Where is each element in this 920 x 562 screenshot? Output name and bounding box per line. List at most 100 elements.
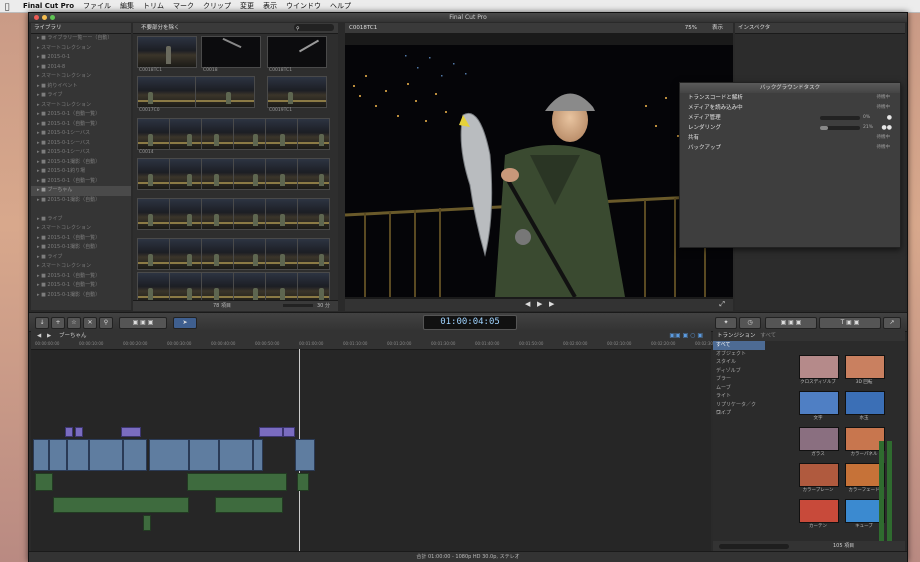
library-item[interactable]: ▸ ■ 2015-0-1（自動一覧）	[31, 177, 131, 187]
video-clip[interactable]	[219, 439, 253, 471]
filmstrip-frame[interactable]	[169, 158, 202, 190]
video-clip[interactable]	[189, 439, 219, 471]
media-browser-buttons[interactable]: ▣ ▣ ▣	[765, 317, 817, 329]
transition-category[interactable]: すべて	[713, 341, 765, 350]
music-clip[interactable]	[53, 497, 189, 513]
enhance-button[interactable]: ✦	[715, 317, 737, 329]
library-item[interactable]: ▸ ■ 2015-0-1撮影（自動）	[31, 158, 131, 168]
transition-thumbnail[interactable]	[845, 391, 885, 415]
filmstrip-frame[interactable]	[297, 238, 330, 270]
forward-arrow-icon[interactable]: ▶	[43, 333, 51, 339]
reject-button[interactable]: ✕	[83, 317, 97, 329]
library-item[interactable]: ▸ ■ 2015-0-1（自動一覧）	[31, 120, 131, 130]
filmstrip-frame[interactable]	[265, 198, 298, 230]
filmstrip-frame[interactable]	[137, 238, 170, 270]
play-icon[interactable]: ▶	[537, 300, 542, 308]
task-transcode[interactable]: トランスコードと解析 待機中	[680, 93, 900, 103]
filmstrip-frame[interactable]	[265, 158, 298, 190]
menu-window[interactable]: ウインドウ	[286, 1, 321, 11]
transition-category[interactable]: ブラー	[713, 375, 765, 384]
library-item[interactable]: ▸ スマートコレクション	[31, 72, 131, 82]
library-item[interactable]: ▸ ■ 2015-0-1（自動一覧）	[31, 110, 131, 120]
video-clip[interactable]	[67, 439, 89, 471]
menu-view[interactable]: 表示	[263, 1, 277, 11]
viewer-video-frame[interactable]	[345, 45, 733, 297]
keyword-editor-button[interactable]: ⚲	[99, 317, 113, 329]
video-clip[interactable]	[123, 439, 147, 471]
select-tool[interactable]: ➤	[173, 317, 197, 329]
library-item[interactable]: ▸ ■ 2015-0-1（自動一覧）	[31, 281, 131, 291]
filmstrip-frame[interactable]	[137, 118, 170, 150]
library-item[interactable]: ▸ ■ 2015-0-1（自動一覧）	[31, 272, 131, 282]
menu-file[interactable]: ファイル	[83, 1, 111, 11]
browser-search-input[interactable]: ⚲	[294, 24, 334, 32]
transition-category[interactable]: オブジェクト	[713, 350, 765, 359]
library-item[interactable]: ▸ ■ 2015-0-1	[31, 53, 131, 63]
filmstrip-frame[interactable]	[137, 198, 170, 230]
viewer-zoom[interactable]: 75%	[685, 23, 697, 33]
clip-thumbnail[interactable]	[201, 36, 261, 68]
clip-thumbnail[interactable]	[267, 36, 327, 68]
filmstrip-frame[interactable]	[233, 158, 266, 190]
clip-thumbnail[interactable]	[137, 36, 197, 68]
back-arrow-icon[interactable]: ◀	[31, 333, 41, 339]
music-clip[interactable]	[215, 497, 283, 513]
menu-mark[interactable]: マーク	[173, 1, 194, 11]
transition-thumbnail[interactable]	[799, 427, 839, 451]
title-clip[interactable]	[259, 427, 283, 437]
close-window-icon[interactable]	[34, 15, 39, 20]
title-clip[interactable]	[75, 427, 83, 437]
library-item[interactable]: ▸ スマートコレクション	[31, 101, 131, 111]
favorite-button[interactable]: ☆	[67, 317, 81, 329]
transition-category[interactable]: ディゾルブ	[713, 367, 765, 376]
share-button[interactable]: ↗	[883, 317, 901, 329]
task-rendering[interactable]: レンダリング 21% ●●	[680, 123, 900, 133]
filmstrip-frame[interactable]	[297, 158, 330, 190]
task-backup[interactable]: バックアップ 待機中	[680, 143, 900, 153]
title-clip[interactable]	[283, 427, 295, 437]
clip-thumbnail[interactable]	[267, 76, 327, 108]
menu-edit[interactable]: 編集	[120, 1, 134, 11]
browser-filter[interactable]: 不要部分を除く	[133, 25, 180, 31]
video-clip[interactable]	[149, 439, 189, 471]
edit-buttons[interactable]: ▣ ▣ ▣	[119, 317, 167, 329]
filmstrip-frame[interactable]	[233, 238, 266, 270]
transition-category[interactable]: ワイプ	[713, 409, 765, 418]
transition-thumbnail[interactable]	[799, 463, 839, 487]
filmstrip-frame[interactable]	[233, 198, 266, 230]
transition-thumbnail[interactable]	[845, 355, 885, 379]
filmstrip-frame[interactable]	[201, 238, 234, 270]
audio-clip[interactable]	[35, 473, 53, 491]
menu-clip[interactable]: クリップ	[203, 1, 231, 11]
library-item[interactable]: ▸ スマートコレクション	[31, 224, 131, 234]
clip-size-slider[interactable]	[283, 304, 313, 307]
fullscreen-icon[interactable]: ⤢	[719, 300, 725, 309]
transition-category[interactable]: ライト	[713, 392, 765, 401]
library-item[interactable]: ▸ ■ 2015-0-1撮影（自動）	[31, 291, 131, 301]
filmstrip-frame[interactable]	[137, 158, 170, 190]
library-item[interactable]: ▸ ■ 2015-0-1撮影（自動）	[31, 196, 131, 206]
app-menu[interactable]: Final Cut Pro	[23, 2, 74, 10]
transition-thumbnail[interactable]	[799, 391, 839, 415]
title-clip[interactable]	[121, 427, 141, 437]
library-item[interactable]: ▸ ■ 2014-8	[31, 63, 131, 73]
retime-button[interactable]: ◷	[739, 317, 761, 329]
zoom-window-icon[interactable]	[50, 15, 55, 20]
library-item[interactable]: ▸ ■ ライブラリ一覧ーー（自動）	[31, 34, 131, 44]
filmstrip-frame[interactable]	[169, 198, 202, 230]
library-item[interactable]: ▸ ■ 2015-0-1（自動一覧）	[31, 234, 131, 244]
audio-clip[interactable]	[187, 473, 287, 491]
clip-thumbnail[interactable]	[137, 76, 197, 108]
filmstrip-frame[interactable]	[265, 238, 298, 270]
task-import[interactable]: メディアを読み込み中 待機中	[680, 103, 900, 113]
library-item[interactable]: ▸ ■ 2015-0-1撮影（自動）	[31, 243, 131, 253]
filmstrip-frame[interactable]	[201, 158, 234, 190]
video-clip[interactable]	[295, 439, 315, 471]
filmstrip-frame[interactable]	[169, 118, 202, 150]
timeline-ruler[interactable]: 00:00:00:00 00:00:10:00 00:00:20:00 00:00:3…	[31, 341, 719, 350]
menu-trim[interactable]: トリム	[143, 1, 164, 11]
filmstrip-frame[interactable]	[201, 198, 234, 230]
viewer-view-menu[interactable]: 表示	[712, 23, 723, 33]
library-item[interactable]: ▸ ■ ライブ	[31, 215, 131, 225]
library-item[interactable]: ▸ ■ 釣りイベント	[31, 82, 131, 92]
